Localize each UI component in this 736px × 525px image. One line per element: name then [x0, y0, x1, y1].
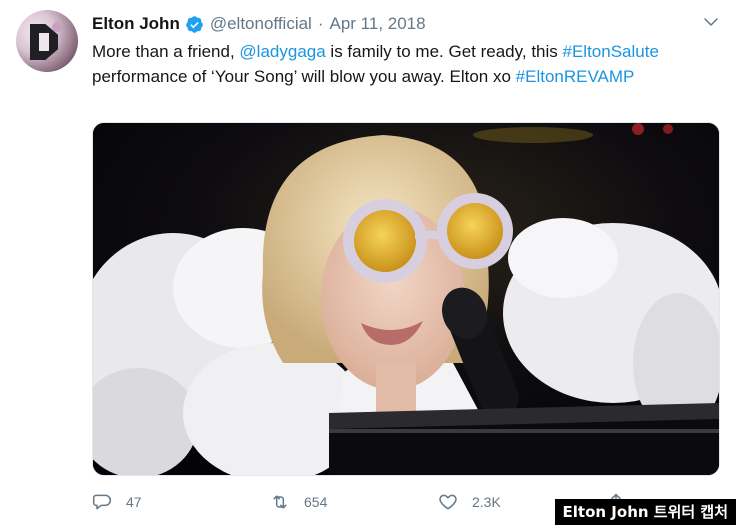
reply-icon [92, 492, 112, 512]
tweet-text: More than a friend, @ladygaga is family … [92, 42, 659, 86]
reply-button[interactable]: 47 [92, 488, 270, 516]
chevron-down-icon[interactable] [702, 13, 720, 31]
retweet-icon [270, 492, 290, 512]
tweet-header: Elton John @eltonofficial · Apr 11, 2018 [92, 12, 426, 36]
tweet-date[interactable]: Apr 11, 2018 [330, 14, 426, 34]
like-count: 2.3K [472, 494, 501, 510]
retweet-count: 654 [304, 494, 328, 510]
reply-count: 47 [126, 494, 142, 510]
verified-badge-icon [185, 15, 204, 34]
handle[interactable]: @eltonofficial [210, 14, 312, 34]
heart-icon [438, 492, 458, 512]
hashtag-link[interactable]: #EltonSalute [563, 42, 659, 61]
display-name[interactable]: Elton John [92, 14, 180, 34]
retweet-button[interactable]: 654 [270, 488, 438, 516]
mention-link[interactable]: @ladygaga [239, 42, 325, 61]
avatar[interactable] [16, 10, 78, 72]
separator: · [317, 14, 324, 33]
tweet-media-image[interactable] [92, 122, 720, 476]
hashtag-link[interactable]: #EltonREVAMP [516, 67, 635, 86]
source-caption: Elton John 트위터 캡처 [554, 499, 736, 525]
